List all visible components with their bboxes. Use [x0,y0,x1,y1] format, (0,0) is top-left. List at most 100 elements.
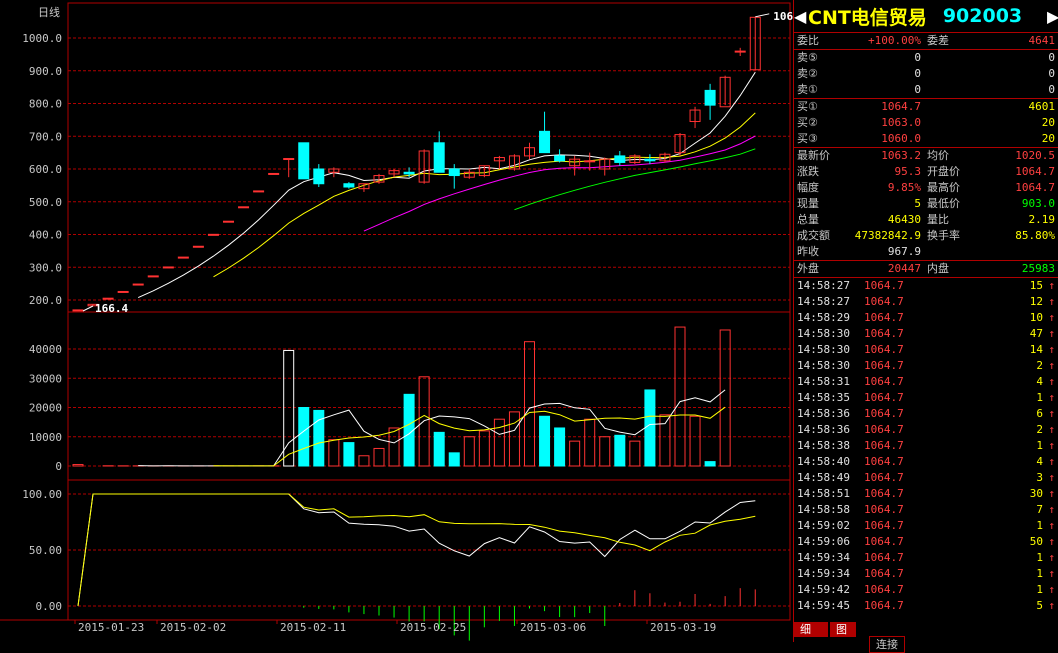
tick-row: 14:58:351064.71↑ [794,390,1058,406]
high-pointer [755,14,769,17]
tab-chart[interactable]: 图 [830,622,856,637]
tick-volume: 1 [1036,438,1043,454]
candle [449,169,459,176]
tick-row: 14:58:381064.71↑ [794,438,1058,454]
candle [555,156,565,161]
tick-row: 14:58:301064.747↑ [794,326,1058,342]
stat-label: 涨跌 [797,164,819,180]
candle [148,276,158,277]
tick-volume: 6 [1036,406,1043,422]
stat-label: 现量 [797,196,819,212]
volume-bar [690,416,700,466]
tick-row: 14:58:301064.714↑ [794,342,1058,358]
stat-label: 成交额 [797,228,830,244]
tick-row: 14:58:401064.74↑ [794,454,1058,470]
buy-volume: 4601 [1029,99,1056,115]
candle [735,51,745,52]
candle [118,291,128,292]
stat-value: 47382842.9 [855,228,921,244]
tick-row: 14:58:36 1064.7 6 ↑ [794,406,1058,422]
stock-name: CNT电信贸易 [808,3,927,30]
kline-chart-area[interactable]: 日线1000.0900.0800.0700.0600.0500.0400.030… [0,0,793,642]
tab-detail[interactable]: 细 [794,622,828,637]
stat-value: 2.19 [1029,212,1056,228]
stat-label: 幅度 [797,180,819,196]
candle [404,172,414,174]
tick-volume: 15 [1030,278,1043,294]
tick-price: 1064.7 [864,390,904,406]
price-axis-label: 800.0 [29,98,62,111]
candle [585,161,595,162]
sell-price: 0 [914,50,921,66]
outer-value: 20447 [888,261,921,277]
tick-volume: 1 [1036,550,1043,566]
next-stock-arrow-icon[interactable]: ▶ [1047,7,1058,26]
tick-volume: 7 [1036,502,1043,518]
sell-orders: 卖⑤00卖②00卖①00 [794,50,1058,99]
tick-time: 14:58:35 [797,390,850,406]
up-arrow-icon: ↑ [1048,598,1055,614]
buy-orders: 买①1064.74601买②1063.020买③1060.020 [794,99,1058,148]
indicator-axis-label: 50.00 [29,544,62,557]
stat-value: 967.9 [888,244,921,260]
candle [344,184,354,187]
buy-row: 买①1064.74601 [794,99,1058,115]
sell-label: 卖① [797,82,818,98]
stat-label: 开盘价 [927,164,960,180]
kline-chart[interactable]: 日线1000.0900.0800.0700.0600.0500.0400.030… [0,0,793,642]
up-arrow-icon: ↑ [1048,422,1055,438]
tick-time: 14:58:36 [797,406,850,422]
stock-header: ◀ CNT电信贸易 902003 ▶ [794,0,1058,33]
tick-row: 14:58:311064.74↑ [794,374,1058,390]
low-label: 166.4 [95,302,128,315]
ma10-line [214,113,756,277]
volume-bar [660,415,670,466]
up-arrow-icon: ↑ [1048,278,1055,294]
stat-value: 9.85% [888,180,921,196]
tick-price: 1064.7 [864,566,904,582]
stat-value: 1063.2 [881,148,921,164]
candle [314,169,324,184]
tick-volume: 10 [1030,310,1043,326]
tick-volume: 47 [1030,326,1043,342]
candle [208,234,218,235]
candle [299,143,309,179]
volume-bar [525,342,535,466]
tick-row: 14:59:451064.75↑ [794,598,1058,614]
tick-volume: 4 [1036,454,1043,470]
up-arrow-icon: ↑ [1048,454,1055,470]
sell-volume: 0 [1048,50,1055,66]
tick-volume: 12 [1030,294,1043,310]
volume-bar [720,330,730,466]
buy-row: 买③1060.020 [794,131,1058,147]
tab-extra[interactable]: 连接 [869,636,905,653]
tick-time: 14:58:30 [797,326,850,342]
prev-stock-arrow-icon[interactable]: ◀ [794,7,806,26]
up-arrow-icon: ↑ [1048,534,1055,550]
tick-row: 14:58:511064.730↑ [794,486,1058,502]
sell-label: 卖⑤ [797,50,818,66]
candle [705,90,715,105]
volume-bar [615,435,625,466]
sell-label: 卖② [797,66,818,82]
tick-list[interactable]: 14:58:271064.715↑14:58:271064.712↑14:58:… [794,278,1058,614]
volume-bar [73,465,83,466]
tick-row: 14:58:361064.72↑ [794,422,1058,438]
up-arrow-icon: ↑ [1048,486,1055,502]
candle [269,173,279,174]
tick-time: 14:58:30 [797,358,850,374]
stat-label: 昨收 [797,244,819,260]
candle [254,191,264,192]
candle [133,284,143,285]
date-label: 2015-03-06 [520,621,586,634]
tick-volume: 5 [1036,598,1043,614]
tick-price: 1064.7 [864,406,904,422]
volume-bar [344,443,354,466]
stat-label: 最高价 [927,180,960,196]
up-arrow-icon: ↑ [1048,406,1055,422]
tick-time: 14:59:02 [797,518,850,534]
volume-ma-line [138,390,725,466]
volume-bar [464,437,474,466]
quote-panel: ◀ CNT电信贸易 902003 ▶ 委比 +100.00% 委差 4641 卖… [793,0,1058,642]
volume-bar [645,390,655,466]
